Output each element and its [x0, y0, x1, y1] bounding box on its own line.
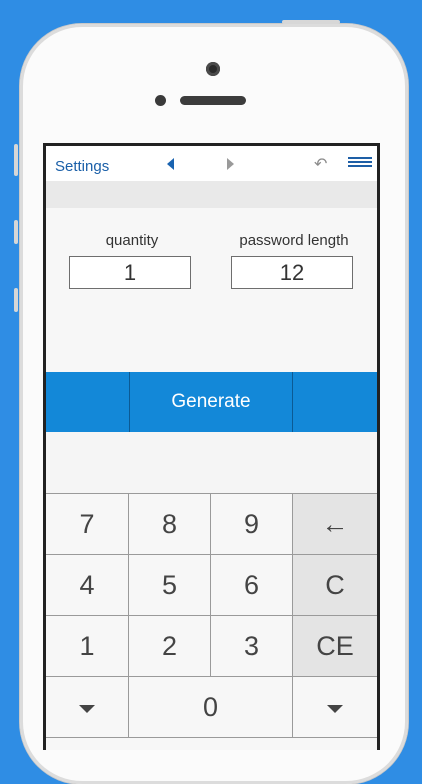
right-dropdown-key[interactable] [293, 677, 377, 738]
key-7[interactable]: 7 [46, 494, 129, 555]
menu-icon[interactable] [348, 157, 372, 169]
key-6[interactable]: 6 [211, 555, 293, 616]
silent-switch [14, 144, 18, 176]
key-5[interactable]: 5 [129, 555, 211, 616]
generate-button[interactable]: Generate [129, 372, 293, 432]
undo-icon[interactable]: ↶ [314, 154, 327, 174]
password-length-field[interactable]: 12 [231, 256, 353, 289]
key-2[interactable]: 2 [129, 616, 211, 677]
caret-down-icon [79, 704, 95, 713]
keypad: 7 8 9 ← 4 5 6 C 1 2 3 CE 0 [46, 493, 377, 750]
sensor-dot [155, 95, 166, 106]
key-0[interactable]: 0 [129, 677, 293, 738]
key-3[interactable]: 3 [211, 616, 293, 677]
quantity-field[interactable]: 1 [69, 256, 191, 289]
key-4[interactable]: 4 [46, 555, 129, 616]
clear-entry-key[interactable]: CE [293, 616, 377, 677]
left-dropdown-key[interactable] [46, 677, 129, 738]
settings-button[interactable]: Settings [55, 158, 109, 175]
password-length-label: password length [239, 232, 349, 249]
power-button [282, 20, 340, 24]
toolbar-strip [46, 181, 377, 208]
quantity-label: quantity [105, 232, 159, 249]
result-area [46, 432, 377, 493]
screen: Settings ↶ quantity 1 password length 12… [43, 143, 380, 750]
key-1[interactable]: 1 [46, 616, 129, 677]
volume-down-button [14, 288, 18, 312]
volume-up-button [14, 220, 18, 244]
nav-bar: Settings ↶ [46, 146, 377, 181]
caret-down-icon [327, 704, 343, 713]
backspace-key[interactable]: ← [293, 494, 377, 555]
camera-icon [206, 62, 220, 76]
generate-bar: Generate [46, 372, 377, 432]
key-8[interactable]: 8 [129, 494, 211, 555]
app-view: Settings ↶ quantity 1 password length 12… [46, 146, 377, 750]
key-9[interactable]: 9 [211, 494, 293, 555]
clear-key[interactable]: C [293, 555, 377, 616]
speaker-grille [180, 96, 246, 105]
previous-arrow-icon[interactable] [167, 158, 174, 170]
next-arrow-icon[interactable] [227, 158, 234, 170]
